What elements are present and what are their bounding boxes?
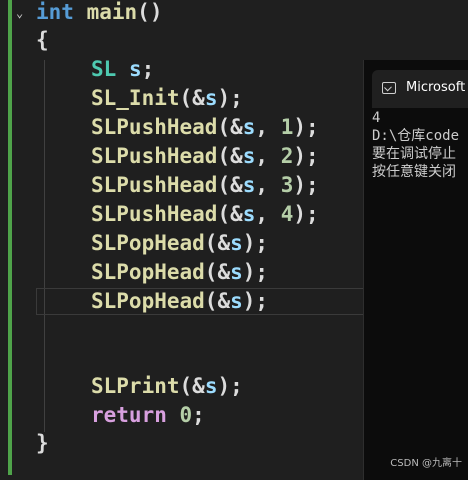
console-output-line: 要在调试停止: [372, 146, 456, 162]
punctuation: (&: [217, 115, 243, 139]
console-output-line: 4: [372, 110, 381, 126]
watermark: CSDN @九离十: [390, 458, 462, 469]
chevron-down-icon[interactable]: ⌄: [16, 6, 23, 20]
punctuation: );: [242, 289, 269, 313]
punctuation: (&: [217, 144, 243, 168]
punctuation: );: [293, 173, 319, 197]
punctuation: (): [137, 0, 163, 24]
variable-name: s: [128, 57, 142, 81]
type-name: SL: [91, 57, 117, 81]
console-tab[interactable]: Microsoft V: [372, 70, 468, 108]
variable-name: s: [204, 374, 218, 398]
punctuation: );: [293, 144, 319, 168]
punctuation: (&: [179, 86, 205, 110]
code-line-1[interactable]: int main(): [36, 0, 162, 27]
variable-name: s: [230, 289, 243, 313]
terminal-icon: [382, 82, 396, 94]
punctuation: (&: [204, 289, 231, 313]
punctuation: (&: [217, 202, 243, 226]
punctuation: );: [217, 86, 243, 110]
code-line-3[interactable]: SL s;: [36, 55, 154, 84]
console-output-line: 按任意键关闭: [372, 164, 456, 180]
code-line-11[interactable]: SLPopHead(&s);: [36, 287, 268, 316]
punctuation: ,: [255, 115, 281, 139]
keyword-return: return: [91, 403, 167, 427]
punctuation: ;: [192, 403, 205, 427]
function-call: SLPushHead: [91, 173, 218, 197]
punctuation: );: [242, 260, 269, 284]
punctuation: (&: [217, 173, 243, 197]
code-line-14[interactable]: SLPrint(&s);: [36, 372, 243, 401]
number-literal: 1: [280, 115, 294, 139]
number-literal: 3: [280, 173, 294, 197]
function-call: SLPushHead: [91, 144, 218, 168]
code-line-4[interactable]: SL_Init(&s);: [36, 84, 243, 113]
function-call: SLPopHead: [91, 260, 205, 284]
function-call: SL_Init: [91, 86, 180, 110]
variable-name: s: [242, 115, 256, 139]
punctuation: ,: [255, 173, 281, 197]
punctuation: (&: [204, 231, 231, 255]
code-line-10[interactable]: SLPopHead(&s);: [36, 258, 268, 287]
punctuation: );: [217, 374, 243, 398]
function-call: SLPrint: [91, 374, 180, 398]
punctuation: ,: [255, 202, 281, 226]
close-brace: }: [36, 431, 49, 455]
function-name: main: [86, 0, 138, 24]
code-line-8[interactable]: SLPushHead(&s, 4);: [36, 200, 319, 229]
code-line-15[interactable]: return 0;: [36, 401, 205, 430]
punctuation: ,: [255, 144, 281, 168]
code-line-5[interactable]: SLPushHead(&s, 1);: [36, 113, 319, 142]
function-call: SLPopHead: [91, 289, 205, 313]
number-literal: 4: [280, 202, 294, 226]
punctuation: );: [293, 202, 319, 226]
console-window[interactable]: Microsoft V 4 D:\仓库code 要在调试停止 按任意键关闭: [363, 60, 468, 480]
variable-name: s: [230, 231, 243, 255]
punctuation: (&: [204, 260, 231, 284]
code-line-2[interactable]: {: [36, 26, 49, 55]
console-title: Microsoft V: [406, 80, 468, 95]
function-call: SLPushHead: [91, 202, 218, 226]
code-line-7[interactable]: SLPushHead(&s, 3);: [36, 171, 319, 200]
punctuation: );: [293, 115, 319, 139]
variable-name: s: [242, 144, 256, 168]
number-literal: 2: [280, 144, 294, 168]
punctuation: ;: [141, 57, 155, 81]
punctuation: );: [242, 231, 269, 255]
code-line-16[interactable]: }: [36, 429, 49, 458]
punctuation: (&: [179, 374, 205, 398]
change-indicator-bar: [8, 0, 12, 475]
keyword-int: int: [36, 0, 74, 24]
code-line-6[interactable]: SLPushHead(&s, 2);: [36, 142, 319, 171]
variable-name: s: [230, 260, 243, 284]
variable-name: s: [242, 173, 256, 197]
function-call: SLPushHead: [91, 115, 218, 139]
function-call: SLPopHead: [91, 231, 205, 255]
code-line-9[interactable]: SLPopHead(&s);: [36, 229, 268, 258]
open-brace: {: [36, 28, 49, 52]
variable-name: s: [204, 86, 218, 110]
variable-name: s: [242, 202, 256, 226]
console-output-line: D:\仓库code: [372, 128, 460, 144]
number-literal: 0: [179, 403, 193, 427]
